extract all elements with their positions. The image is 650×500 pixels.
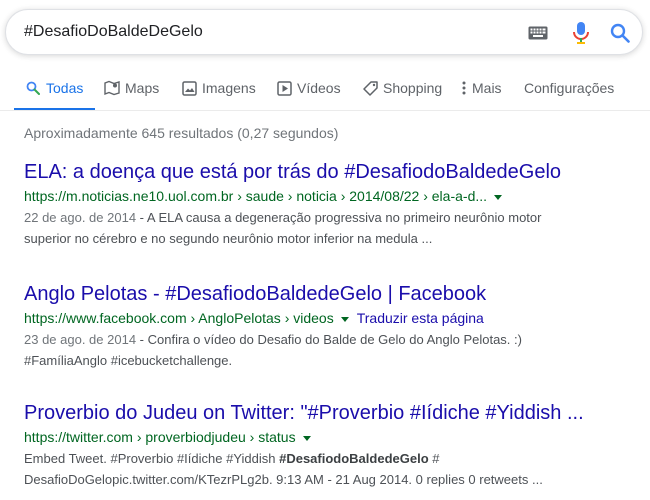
map-icon — [104, 80, 120, 96]
result-title-link[interactable]: Anglo Pelotas - #DesafiodoBaldedeGelo | … — [24, 281, 624, 307]
snippet-text: #FamíliaAnglo #icebucketchallenge. — [24, 353, 233, 368]
search-result: ELA: a doença que está por trás do #Desa… — [24, 159, 624, 249]
chevron-down-icon[interactable] — [494, 194, 503, 200]
snippet-text: - Confira o vídeo do Desafio do Balde de… — [136, 332, 522, 347]
search-input[interactable] — [24, 20, 504, 44]
result-title-link[interactable]: Proverbio do Judeu on Twitter: "#Proverb… — [24, 400, 624, 426]
snippet-text: # — [428, 451, 440, 466]
snippet-text: - A ELA causa a degeneração progressiva … — [136, 210, 542, 225]
result-url: https://www.facebook.com › AngloPelotas … — [24, 307, 624, 329]
search-result: Proverbio do Judeu on Twitter: "#Proverb… — [24, 400, 624, 490]
tab-shopping[interactable]: Shopping — [362, 80, 442, 110]
search-results-page: Todas Maps Imagens Vídeos Shopping — [0, 0, 650, 500]
chevron-down-icon[interactable] — [302, 435, 311, 441]
result-url-text[interactable]: https://www.facebook.com › AngloPelotas … — [24, 307, 334, 329]
more-vert-icon — [461, 80, 467, 96]
result-snippet: 22 de ago. de 2014 - A ELA causa a degen… — [24, 207, 604, 249]
result-url-text[interactable]: https://twitter.com › proverbiodjudeu › … — [24, 426, 296, 448]
image-icon — [181, 80, 197, 96]
tab-configuracoes[interactable]: Configurações — [524, 80, 614, 110]
tab-mais[interactable]: Mais — [461, 80, 502, 110]
result-snippet: 23 de ago. de 2014 - Confira o vídeo do … — [24, 329, 604, 371]
tab-videos[interactable]: Vídeos — [276, 80, 341, 110]
snippet-highlight: #DesafiodoBaldedeGelo — [279, 451, 429, 466]
tab-label: Maps — [125, 80, 160, 96]
translate-link[interactable]: Traduzir esta página — [357, 307, 484, 329]
tab-todas[interactable]: Todas — [13, 80, 96, 111]
result-url-text[interactable]: https://m.noticias.ne10.uol.com.br › sau… — [24, 185, 487, 207]
snippet-text: DesafioDoGelopic.twitter.com/KTezrPLg2b.… — [24, 472, 543, 487]
chevron-down-icon[interactable] — [340, 316, 349, 322]
search-result: Anglo Pelotas - #DesafiodoBaldedeGelo | … — [24, 281, 624, 371]
tab-imagens[interactable]: Imagens — [181, 80, 256, 110]
result-stats: Aproximadamente 645 resultados (0,27 seg… — [24, 125, 339, 141]
tabs-divider — [0, 110, 650, 111]
tab-label: Configurações — [524, 80, 615, 96]
search-icon — [25, 80, 41, 96]
search-box[interactable] — [5, 9, 643, 55]
play-icon — [276, 80, 292, 96]
tab-maps[interactable]: Maps — [104, 80, 159, 110]
tag-icon — [362, 80, 378, 96]
search-tabs: Todas Maps Imagens Vídeos Shopping Mais … — [0, 74, 650, 111]
tab-label: Vídeos — [297, 80, 341, 96]
snippet-text: superior no cérebro e no segundo neurôni… — [24, 231, 433, 246]
result-title-link[interactable]: ELA: a doença que está por trás do #Desa… — [24, 159, 624, 185]
result-date: 23 de ago. de 2014 — [24, 332, 137, 347]
result-snippet: Embed Tweet. #Proverbio #Iídiche #Yiddis… — [24, 448, 604, 490]
tab-label: Shopping — [383, 80, 443, 96]
search-icon[interactable] — [608, 21, 632, 45]
tab-label: Mais — [472, 80, 502, 96]
microphone-icon[interactable] — [569, 21, 593, 45]
result-date: 22 de ago. de 2014 — [24, 210, 137, 225]
snippet-text: Embed Tweet. #Proverbio #Iídiche #Yiddis… — [24, 451, 280, 466]
tab-label: Imagens — [202, 80, 256, 96]
keyboard-icon[interactable] — [526, 21, 550, 45]
result-url: https://m.noticias.ne10.uol.com.br › sau… — [24, 185, 624, 207]
tab-label: Todas — [46, 80, 84, 96]
result-url: https://twitter.com › proverbiodjudeu › … — [24, 426, 624, 448]
